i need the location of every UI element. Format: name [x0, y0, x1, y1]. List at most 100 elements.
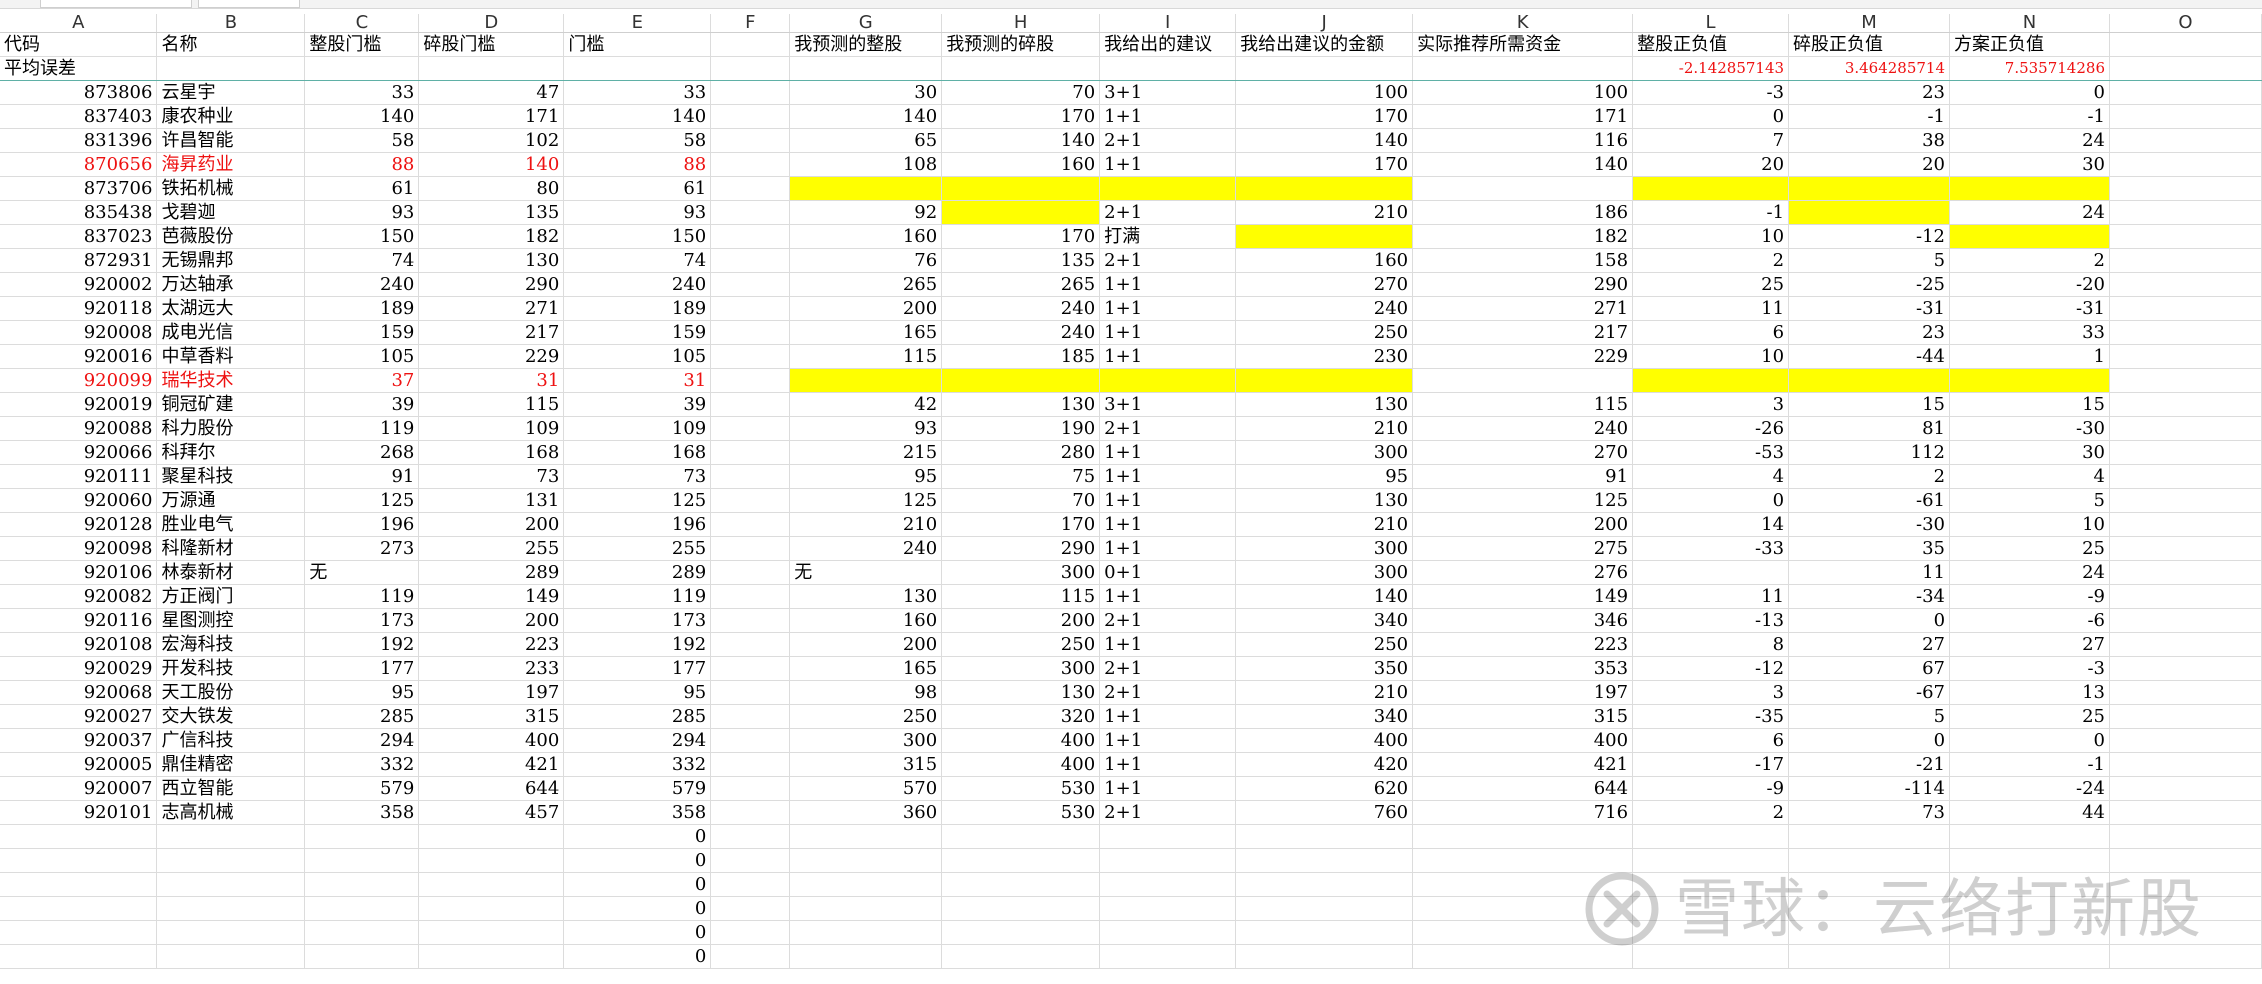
cell[interactable]: 140: [1412, 152, 1634, 177]
cell[interactable]: [304, 896, 420, 921]
cell[interactable]: 93: [304, 200, 420, 225]
cell[interactable]: 聚星科技: [156, 464, 306, 489]
cell[interactable]: 100: [1235, 80, 1414, 105]
cell[interactable]: 25: [1949, 536, 2110, 561]
cell[interactable]: 70: [941, 80, 1101, 105]
cell[interactable]: 1+1: [1099, 632, 1237, 657]
cell[interactable]: 铁拓机械: [156, 176, 306, 201]
cell[interactable]: 240: [304, 272, 420, 297]
cell[interactable]: 160: [789, 224, 943, 249]
cell[interactable]: -1: [1632, 200, 1790, 225]
cell[interactable]: 93: [563, 200, 712, 225]
cell[interactable]: 0: [1949, 728, 2110, 753]
cell[interactable]: [1412, 920, 1634, 945]
cell[interactable]: [563, 56, 712, 81]
cell[interactable]: [0, 944, 158, 969]
cell[interactable]: 西立智能: [156, 776, 306, 801]
cell[interactable]: [1632, 560, 1790, 585]
cell[interactable]: [2109, 272, 2262, 297]
cell[interactable]: 280: [941, 440, 1101, 465]
cell[interactable]: [1632, 944, 1790, 969]
cell[interactable]: [2109, 488, 2262, 513]
cell[interactable]: 270: [1412, 440, 1634, 465]
cell[interactable]: 270: [1235, 272, 1414, 297]
cell[interactable]: 无锡鼎邦: [156, 248, 306, 273]
cell[interactable]: 233: [418, 656, 565, 681]
cell[interactable]: 275: [1412, 536, 1634, 561]
cell[interactable]: 24: [1949, 200, 2110, 225]
cell[interactable]: 190: [941, 416, 1101, 441]
cell[interactable]: 289: [563, 560, 712, 585]
cell[interactable]: [1632, 872, 1790, 897]
cell[interactable]: 130: [418, 248, 565, 273]
header-cell[interactable]: 我给出建议的金额: [1235, 32, 1414, 57]
cell[interactable]: 76: [789, 248, 943, 273]
cell[interactable]: [2109, 80, 2262, 105]
cell[interactable]: [2109, 680, 2262, 705]
cell[interactable]: 39: [563, 392, 712, 417]
cell[interactable]: 182: [1412, 224, 1634, 249]
cell[interactable]: 300: [789, 728, 943, 753]
column-header-c[interactable]: C: [304, 14, 420, 33]
cell[interactable]: [710, 296, 791, 321]
column-header-o[interactable]: O: [2109, 14, 2262, 33]
header-cell[interactable]: 碎股门槛: [418, 32, 565, 57]
cell[interactable]: [2109, 464, 2262, 489]
header-cell[interactable]: 实际推荐所需资金: [1412, 32, 1634, 57]
cell[interactable]: [710, 368, 791, 393]
cell[interactable]: 鼎佳精密: [156, 752, 306, 777]
cell[interactable]: 109: [418, 416, 565, 441]
cell[interactable]: [1788, 200, 1951, 225]
cell[interactable]: 14: [1632, 512, 1790, 537]
cell[interactable]: 80: [418, 176, 565, 201]
header-cell[interactable]: 名称: [156, 32, 306, 57]
cell[interactable]: 0: [1632, 488, 1790, 513]
cell[interactable]: 93: [789, 416, 943, 441]
cell[interactable]: 340: [1235, 608, 1414, 633]
column-header-l[interactable]: L: [1632, 14, 1790, 33]
cell[interactable]: 290: [941, 536, 1101, 561]
cell[interactable]: 1+1: [1099, 728, 1237, 753]
cell[interactable]: 芭薇股份: [156, 224, 306, 249]
cell[interactable]: -26: [1632, 416, 1790, 441]
cell[interactable]: -30: [1949, 416, 2110, 441]
cell[interactable]: [710, 512, 791, 537]
cell[interactable]: [941, 920, 1101, 945]
cell[interactable]: [710, 416, 791, 441]
cell[interactable]: 30: [1949, 440, 2110, 465]
cell[interactable]: [2109, 752, 2262, 777]
cell[interactable]: 920101: [0, 800, 158, 825]
cell[interactable]: 33: [563, 80, 712, 105]
cell[interactable]: 3+1: [1099, 80, 1237, 105]
cell[interactable]: [710, 80, 791, 105]
header-cell[interactable]: 整股正负值: [1632, 32, 1790, 57]
cell[interactable]: 358: [563, 800, 712, 825]
cell[interactable]: [710, 800, 791, 825]
cell[interactable]: 91: [304, 464, 420, 489]
cell[interactable]: 康农种业: [156, 104, 306, 129]
cell[interactable]: 140: [941, 128, 1101, 153]
cell[interactable]: 万达轴承: [156, 272, 306, 297]
cell[interactable]: [0, 872, 158, 897]
cell[interactable]: -20: [1949, 272, 2110, 297]
cell[interactable]: 920016: [0, 344, 158, 369]
cell[interactable]: 149: [418, 584, 565, 609]
cell[interactable]: 920029: [0, 656, 158, 681]
cell[interactable]: 135: [418, 200, 565, 225]
cell[interactable]: 30: [789, 80, 943, 105]
cell[interactable]: [1949, 176, 2110, 201]
cell[interactable]: [304, 944, 420, 969]
cell[interactable]: [2109, 704, 2262, 729]
cell[interactable]: 872931: [0, 248, 158, 273]
cell[interactable]: 4: [1949, 464, 2110, 489]
cell[interactable]: 240: [1412, 416, 1634, 441]
cell[interactable]: 140: [563, 104, 712, 129]
cell[interactable]: [710, 584, 791, 609]
cell[interactable]: 130: [789, 584, 943, 609]
cell[interactable]: 315: [1412, 704, 1634, 729]
cell[interactable]: 165: [789, 656, 943, 681]
cell[interactable]: [710, 752, 791, 777]
cell[interactable]: 289: [418, 560, 565, 585]
cell[interactable]: [2109, 392, 2262, 417]
cell[interactable]: [941, 944, 1101, 969]
